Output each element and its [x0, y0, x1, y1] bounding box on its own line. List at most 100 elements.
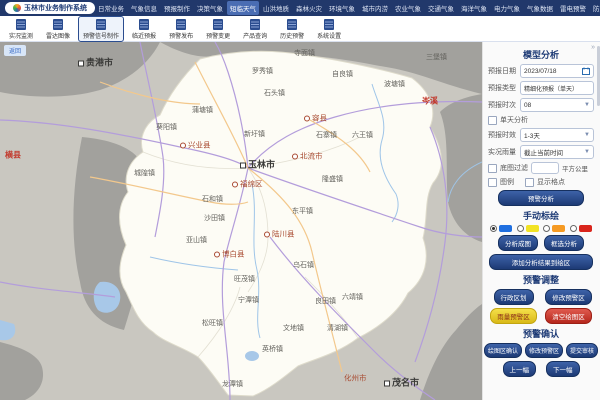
map-outer-region — [0, 342, 43, 400]
map-label-edge: 横县 — [5, 150, 21, 161]
color-swatch — [579, 225, 592, 232]
document-icon — [250, 19, 260, 30]
nav-item-2[interactable]: 气象信息 — [128, 1, 160, 15]
draw-color-options — [490, 225, 592, 232]
map-label-city: 茂名市 — [384, 376, 419, 389]
map-label-town: 沙田镇 — [204, 213, 225, 223]
map-marker-icon — [78, 60, 84, 66]
color-swatch — [552, 225, 565, 232]
nav-item-6[interactable]: 山洪地质 — [260, 1, 292, 15]
forecast-time-select[interactable]: 08 ▼ — [520, 98, 594, 112]
app-title: 玉林市业务制作系统 — [24, 3, 87, 13]
rainfall-label: 实况雨量 — [488, 147, 517, 157]
basemap-filter-checkbox[interactable] — [488, 164, 497, 173]
map-label-town: 葵阳镇 — [156, 122, 177, 132]
nav-item-7[interactable]: 森林火灾 — [293, 1, 325, 15]
nav-item-12[interactable]: 海洋气象 — [458, 1, 490, 15]
legend-checkbox[interactable] — [488, 178, 497, 187]
map-marker-icon — [304, 116, 310, 122]
color-option-3[interactable] — [543, 225, 565, 232]
nav-item-9[interactable]: 城市内涝 — [359, 1, 391, 15]
forecast-time-label: 预报时次 — [488, 100, 517, 110]
nav-item-3[interactable]: 预报制作 — [161, 1, 193, 15]
map-label-town: 文地镇 — [283, 323, 304, 333]
color-option-2[interactable] — [517, 225, 539, 232]
pager-buttons: 上一幅下一幅 — [488, 361, 594, 377]
rainfall-select[interactable]: 截止当前时间 ▼ — [520, 145, 594, 159]
map-back-button[interactable]: 返回 — [4, 45, 26, 56]
color-option-4[interactable] — [570, 225, 592, 232]
basemap-filter-label: 底图过滤 — [500, 163, 528, 173]
chevron-down-icon: ▼ — [584, 102, 590, 108]
adjust-button-4[interactable]: 清空绘图区 — [545, 308, 592, 324]
nav-item-10[interactable]: 农业气象 — [392, 1, 424, 15]
top-bar: 玉林市业务制作系统 日常业务气象信息预报制作决策气象短临天气山洪地质森林火灾环境… — [0, 0, 600, 16]
map-label-town: 蒲塘镇 — [192, 105, 213, 115]
map-label-town: 英桥镇 — [262, 344, 283, 354]
nav-item-13[interactable]: 电力气象 — [491, 1, 523, 15]
nav-item-5[interactable]: 短临天气 — [227, 1, 259, 15]
adjust-button-3[interactable]: 雨量预警区 — [490, 308, 537, 324]
analysis-panel: » 模型分析 预报日期 2023/07/18 预报类型 精细化预报（单天） 预报… — [482, 42, 600, 400]
map-label-town: 寺面镇 — [294, 48, 315, 58]
forecast-time-value: 08 — [524, 102, 531, 109]
adjust-button-2[interactable]: 修改预警区 — [545, 289, 592, 305]
forecast-date-input[interactable]: 2023/07/18 — [520, 64, 594, 78]
nav-item-1[interactable]: 日常业务 — [95, 1, 127, 15]
tab-1[interactable]: 实况监测 — [4, 16, 38, 42]
radio-icon — [570, 225, 577, 232]
pager-button-2[interactable]: 下一幅 — [546, 361, 580, 377]
tab-5[interactable]: 预警发布 — [164, 16, 198, 42]
tab-3[interactable]: 预警信号制作 — [78, 16, 124, 42]
nav-item-15[interactable]: 雷电预警 — [557, 1, 589, 15]
nav-item-4[interactable]: 决策气象 — [194, 1, 226, 15]
calendar-icon — [582, 67, 590, 75]
map-label-city: 贵港市 — [78, 56, 113, 69]
confirm-button-3[interactable]: 提交审核 — [566, 343, 598, 358]
forecast-type-value: 精细化预报（单天） — [524, 84, 578, 93]
tab-6[interactable]: 预警变更 — [201, 16, 235, 42]
adjust-button-1[interactable]: 行政区划 — [494, 289, 534, 305]
confirm-button-1[interactable]: 绘图区确认 — [484, 343, 522, 358]
nav-item-14[interactable]: 气象数据 — [524, 1, 556, 15]
color-option-1[interactable] — [490, 225, 512, 232]
tab-8[interactable]: 历史预警 — [275, 16, 309, 42]
map-label-town: 亚山镇 — [186, 235, 207, 245]
map-label-town: 六王镇 — [352, 130, 373, 140]
manual-button-2[interactable]: 框选分析 — [544, 235, 584, 251]
map-canvas[interactable]: 贵港市玉林市茂名市横县岑溪兴业县福绵区陆川县博白县容县北流市化州市寺面镇罗秀镇自… — [0, 42, 482, 400]
tab-label: 临近预报 — [132, 31, 156, 40]
map-label-town: 三堡镇 — [426, 52, 447, 62]
confirm-button-2[interactable]: 修改预警区 — [525, 343, 563, 358]
grid-points-checkbox[interactable] — [525, 178, 534, 187]
manual-draw-title: 手动标绘 — [488, 209, 594, 222]
nav-item-8[interactable]: 环境气象 — [326, 1, 358, 15]
top-navigation: 日常业务气象信息预报制作决策气象短临天气山洪地质森林火灾环境气象城市内涝农业气象… — [95, 1, 600, 15]
map-label-town: 罗秀镇 — [252, 66, 273, 76]
forecast-period-select[interactable]: 1-3天 ▼ — [520, 128, 594, 142]
pager-button-1[interactable]: 上一幅 — [503, 361, 537, 377]
warning-analysis-button[interactable]: 预警分析 — [498, 190, 584, 206]
forecast-type-select[interactable]: 精细化预报（单天） — [520, 81, 594, 95]
map-marker-icon — [240, 162, 246, 168]
manual-button-1[interactable]: 分析成图 — [498, 235, 538, 251]
panel-collapse-icon[interactable]: » — [591, 44, 595, 51]
map-marker-icon — [180, 143, 186, 149]
tab-2[interactable]: 雷达图像 — [41, 16, 75, 42]
document-icon — [176, 19, 186, 30]
area-threshold-input[interactable] — [531, 162, 559, 174]
tab-label: 系统设置 — [317, 31, 341, 40]
map-label-county: 陆川县 — [264, 229, 295, 240]
document-icon — [213, 19, 223, 30]
map-label-town: 新圩镇 — [244, 129, 265, 139]
nav-item-16[interactable]: 防灾管理 — [590, 1, 600, 15]
map-marker-icon — [384, 380, 390, 386]
single-day-checkbox[interactable] — [488, 116, 497, 125]
tab-7[interactable]: 产品查询 — [238, 16, 272, 42]
tab-4[interactable]: 临近预报 — [127, 16, 161, 42]
nav-item-11[interactable]: 交通气象 — [425, 1, 457, 15]
tab-label: 预警信号制作 — [83, 31, 119, 40]
tab-9[interactable]: 系统设置 — [312, 16, 346, 42]
map-label-county: 博白县 — [214, 249, 245, 260]
add-result-to-area-button[interactable]: 添加分析结果到绘区 — [489, 254, 593, 270]
